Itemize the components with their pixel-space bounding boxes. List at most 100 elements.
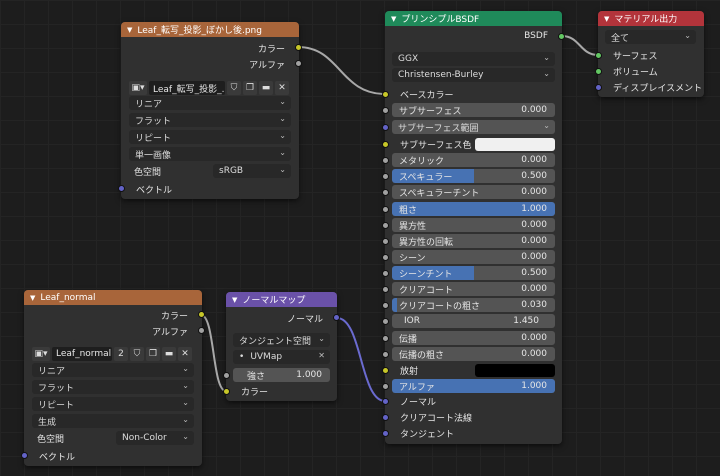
chevron-down-icon: ⌄ <box>279 131 286 140</box>
extension-dropdown[interactable]: リピート ⌄ <box>32 397 194 411</box>
image-browse-icon[interactable]: ▣▾ <box>129 81 147 95</box>
clearcoat-roughness-field[interactable]: クリアコートの粗さ 0.030 <box>392 298 555 312</box>
image-name-field[interactable]: Leaf_転写_投影_... <box>149 81 225 95</box>
transmission-socket[interactable] <box>382 335 389 342</box>
subsurface-color-socket[interactable] <box>382 141 389 148</box>
emission-color-swatch[interactable] <box>475 364 555 377</box>
source-dropdown[interactable]: 生成 ⌄ <box>32 414 194 428</box>
normal-map-node-header[interactable]: ▼ ノーマルマップ <box>226 292 337 307</box>
distribution-dropdown[interactable]: GGX ⌄ <box>392 52 555 66</box>
sheen-socket[interactable] <box>382 254 389 261</box>
source-dropdown[interactable]: 単一画像 ⌄ <box>129 147 291 161</box>
close-icon[interactable]: ✕ <box>275 81 289 95</box>
projection-dropdown[interactable]: フラット ⌄ <box>32 380 194 394</box>
output-color-socket[interactable] <box>198 311 205 318</box>
transmission-roughness-field[interactable]: 伝播の粗さ 0.000 <box>392 347 555 361</box>
tangent-socket[interactable] <box>382 430 389 437</box>
roughness-socket[interactable] <box>382 206 389 213</box>
input-vector-socket[interactable] <box>21 452 28 459</box>
sheen-tint-field[interactable]: シーンチント 0.500 <box>392 266 555 280</box>
collapse-arrow-icon[interactable]: ▼ <box>232 296 237 304</box>
normal-socket[interactable] <box>382 398 389 405</box>
displacement-socket[interactable] <box>595 84 602 91</box>
base-color-socket[interactable] <box>382 91 389 98</box>
image-texture-node[interactable]: ▼ Leaf_転写_投影_ぼかし後.png カラー アルファ ▣▾ Leaf_転… <box>118 22 302 199</box>
bsdf-node-header[interactable]: ▼ プリンシプルBSDF <box>385 11 562 26</box>
specular-field[interactable]: スペキュラー 0.500 <box>392 169 555 183</box>
anisotropic-socket[interactable] <box>382 222 389 229</box>
strength-field[interactable]: 強さ 1.000 <box>233 368 330 382</box>
uvmap-field[interactable]: • UVMap ✕ <box>233 350 330 364</box>
image-texture-node-header[interactable]: ▼ Leaf_転写_投影_ぼかし後.png <box>121 22 299 37</box>
subsurface-radius-socket[interactable] <box>382 124 389 131</box>
roughness-field[interactable]: 粗さ 1.000 <box>392 202 555 216</box>
normal-image-texture-node[interactable]: ▼ Leaf_normal カラー アルファ ▣▾ Leaf_normal 2 … <box>21 290 205 466</box>
output-alpha-socket[interactable] <box>198 327 205 334</box>
subsurface-color-swatch[interactable] <box>475 138 555 151</box>
transmission-roughness-socket[interactable] <box>382 351 389 358</box>
clearcoat-socket[interactable] <box>382 286 389 293</box>
fake-user-shield-icon[interactable]: ⛉ <box>227 81 241 95</box>
output-normal-socket[interactable] <box>333 314 340 321</box>
anisotropic-field[interactable]: 異方性 0.000 <box>392 218 555 232</box>
input-vector-socket[interactable] <box>118 185 125 192</box>
input-color-socket[interactable] <box>223 388 230 395</box>
ior-field[interactable]: IOR 1.450 <box>392 314 555 328</box>
subsurface-method-dropdown[interactable]: Christensen-Burley ⌄ <box>392 68 555 82</box>
interpolation-dropdown[interactable]: リニア ⌄ <box>129 96 291 110</box>
close-icon[interactable]: ✕ <box>318 351 325 360</box>
volume-socket[interactable] <box>595 68 602 75</box>
anisotropic-rotation-field[interactable]: 異方性の回転 0.000 <box>392 234 555 248</box>
input-strength-socket[interactable] <box>223 372 230 379</box>
transmission-field[interactable]: 伝播 0.000 <box>392 331 555 345</box>
collapse-arrow-icon[interactable]: ▼ <box>30 294 35 302</box>
sheen-tint-socket[interactable] <box>382 270 389 277</box>
anisotropic-rotation-socket[interactable] <box>382 238 389 245</box>
node-title: Leaf_転写_投影_ぼかし後.png <box>137 26 262 36</box>
normal-image-node-header[interactable]: ▼ Leaf_normal <box>24 290 202 305</box>
emission-socket[interactable] <box>382 367 389 374</box>
user-count-badge[interactable]: 2 <box>114 347 128 361</box>
colorspace-dropdown[interactable]: sRGB ⌄ <box>213 164 291 178</box>
sheen-field[interactable]: シーン 0.000 <box>392 250 555 264</box>
principled-bsdf-node[interactable]: ▼ プリンシプルBSDF BSDF GGX ⌄ Christensen-Burle… <box>382 11 565 444</box>
open-folder-icon[interactable]: ▬ <box>259 81 273 95</box>
subsurface-radius-dropdown[interactable]: サブサーフェス範囲 ⌄ <box>392 120 555 134</box>
duplicate-icon[interactable]: ❐ <box>146 347 160 361</box>
collapse-arrow-icon[interactable]: ▼ <box>127 26 132 34</box>
subsurface-field[interactable]: サブサーフェス 0.000 <box>392 103 555 117</box>
interpolation-dropdown[interactable]: リニア ⌄ <box>32 363 194 377</box>
specular-socket[interactable] <box>382 173 389 180</box>
alpha-socket[interactable] <box>382 383 389 390</box>
collapse-arrow-icon[interactable]: ▼ <box>391 15 396 23</box>
image-name-field[interactable]: Leaf_normal <box>52 347 112 361</box>
space-dropdown[interactable]: タンジェント空間 ⌄ <box>233 333 330 347</box>
output-color-socket[interactable] <box>295 44 302 51</box>
clearcoat-field[interactable]: クリアコート 0.000 <box>392 282 555 296</box>
material-output-node[interactable]: ▼ マテリアル出力 全て ⌄ サーフェス ボリューム ディスプレイスメント <box>595 11 704 97</box>
specular-tint-socket[interactable] <box>382 189 389 196</box>
surface-socket[interactable] <box>595 52 602 59</box>
alpha-field[interactable]: アルファ 1.000 <box>392 379 555 393</box>
target-dropdown[interactable]: 全て ⌄ <box>605 30 696 44</box>
metallic-field[interactable]: メタリック 0.000 <box>392 153 555 167</box>
extension-dropdown[interactable]: リピート ⌄ <box>129 130 291 144</box>
output-bsdf-socket[interactable] <box>558 33 565 40</box>
output-node-header[interactable]: ▼ マテリアル出力 <box>598 11 704 26</box>
open-folder-icon[interactable]: ▬ <box>162 347 176 361</box>
clearcoat-roughness-socket[interactable] <box>382 302 389 309</box>
metallic-socket[interactable] <box>382 157 389 164</box>
projection-dropdown[interactable]: フラット ⌄ <box>129 113 291 127</box>
normal-map-node[interactable]: ▼ ノーマルマップ ノーマル タンジェント空間 ⌄ • UVMap ✕ 強さ 1.… <box>223 292 340 401</box>
fake-user-shield-icon[interactable]: ⛉ <box>130 347 144 361</box>
image-browse-icon[interactable]: ▣▾ <box>32 347 50 361</box>
duplicate-icon[interactable]: ❐ <box>243 81 257 95</box>
colorspace-dropdown[interactable]: Non-Color ⌄ <box>116 431 194 445</box>
subsurface-socket[interactable] <box>382 107 389 114</box>
collapse-arrow-icon[interactable]: ▼ <box>604 15 609 23</box>
specular-tint-field[interactable]: スペキュラーチント 0.000 <box>392 185 555 199</box>
close-icon[interactable]: ✕ <box>178 347 192 361</box>
ior-socket[interactable] <box>382 318 389 325</box>
output-alpha-socket[interactable] <box>295 60 302 67</box>
clearcoat-normal-socket[interactable] <box>382 414 389 421</box>
